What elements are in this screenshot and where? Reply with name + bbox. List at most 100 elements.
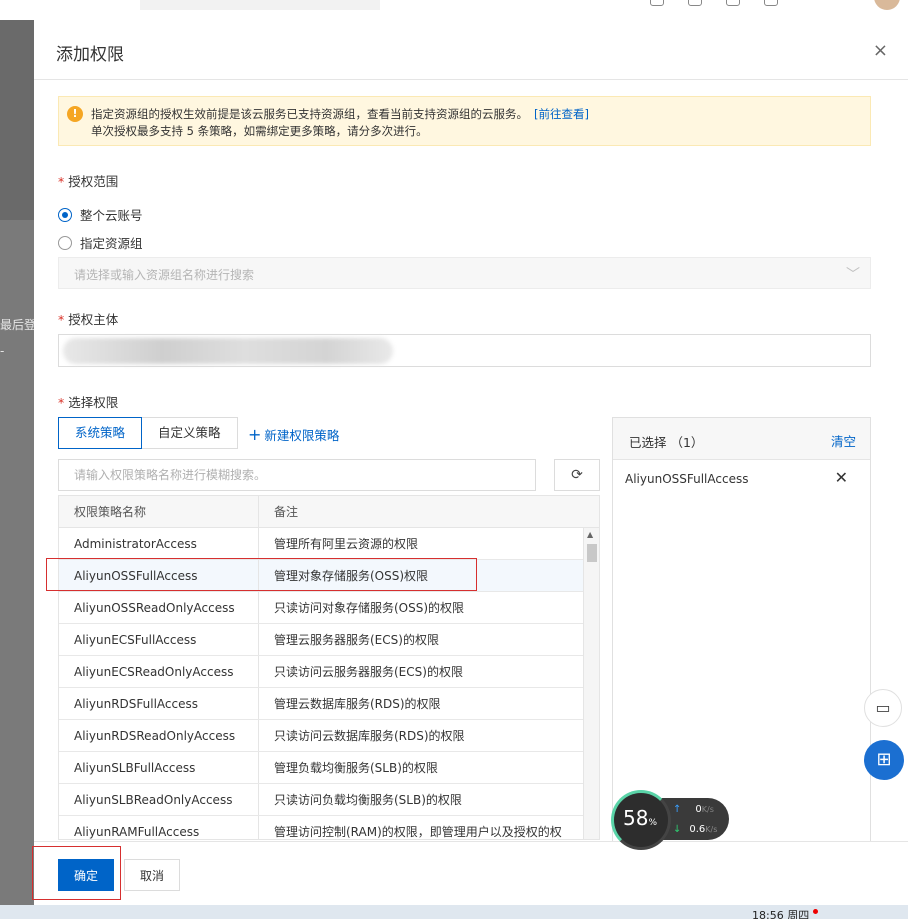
notification-dot bbox=[813, 909, 818, 914]
policy-name: AliyunOSSReadOnlyAccess bbox=[59, 592, 259, 623]
scope-label-text: 授权范围 bbox=[68, 174, 119, 189]
clear-selection-link[interactable]: 清空 bbox=[831, 431, 856, 450]
remove-icon[interactable]: ✕ bbox=[835, 468, 848, 487]
policy-remark: 管理对象存储服务(OSS)权限 bbox=[274, 569, 429, 583]
policy-remark: 管理负载均衡服务(SLB)的权限 bbox=[274, 761, 438, 775]
close-icon[interactable]: × bbox=[873, 40, 888, 61]
cart-icon[interactable] bbox=[688, 0, 702, 6]
policy-name: AliyunSLBFullAccess bbox=[59, 752, 259, 783]
alert-text-line1: 指定资源组的授权生效前提是该云服务已支持资源组，查看当前支持资源组的云服务。 [前… bbox=[91, 106, 589, 122]
policy-remark: 管理云服务器服务(ECS)的权限 bbox=[274, 633, 439, 647]
table-row[interactable]: AliyunRAMFullAccess 管理访问控制(RAM)的权限，即管理用户以… bbox=[59, 816, 599, 839]
topbar-icons bbox=[650, 0, 778, 6]
drawer-footer: 确定 取消 bbox=[34, 841, 908, 905]
principal-label-text: 授权主体 bbox=[68, 312, 119, 327]
radio-resource-group-label: 指定资源组 bbox=[80, 236, 143, 251]
policy-name: AliyunECSFullAccess bbox=[59, 624, 259, 655]
column-header-remark: 备注 bbox=[274, 505, 299, 519]
chat-icon[interactable]: ▭ bbox=[864, 689, 902, 727]
redacted-principal bbox=[63, 338, 393, 364]
scrollbar-thumb[interactable] bbox=[587, 544, 597, 562]
policy-search-input[interactable] bbox=[58, 459, 536, 491]
table-row[interactable]: AliyunRDSFullAccess 管理云数据库服务(RDS)的权限 bbox=[59, 688, 599, 720]
plus-icon: + bbox=[248, 425, 262, 444]
policy-remark: 管理云数据库服务(RDS)的权限 bbox=[274, 697, 441, 711]
policy-remark: 只读访问对象存储服务(OSS)的权限 bbox=[274, 601, 465, 615]
table-row[interactable]: AliyunECSFullAccess 管理云服务器服务(ECS)的权限 bbox=[59, 624, 599, 656]
selected-panel-header: 已选择 （1） 清空 bbox=[613, 418, 870, 460]
drawer-header: 添加权限 × bbox=[34, 20, 908, 80]
policy-remark: 只读访问云数据库服务(RDS)的权限 bbox=[274, 729, 465, 743]
permissions-label: * 选择权限 bbox=[58, 392, 118, 411]
new-policy-link[interactable]: + 新建权限策略 bbox=[248, 425, 339, 444]
help-icon[interactable] bbox=[726, 0, 740, 6]
policy-name: AdministratorAccess bbox=[59, 528, 259, 559]
tab-custom-policy[interactable]: 自定义策略 bbox=[142, 417, 238, 449]
policy-table: 权限策略名称 备注 AdministratorAccess 管理所有阿里云资源的权… bbox=[58, 495, 600, 840]
apps-grid-icon[interactable]: ⊞ bbox=[864, 740, 904, 780]
table-row[interactable]: AdministratorAccess 管理所有阿里云资源的权限 bbox=[59, 528, 599, 560]
background-search-bar bbox=[140, 0, 380, 10]
new-policy-label: 新建权限策略 bbox=[264, 428, 340, 443]
settings-icon[interactable] bbox=[764, 0, 778, 6]
required-mark: * bbox=[58, 174, 65, 189]
principal-input[interactable] bbox=[58, 334, 871, 367]
table-row[interactable]: AliyunSLBReadOnlyAccess 只读访问负载均衡服务(SLB)的权… bbox=[59, 784, 599, 816]
table-row-selected[interactable]: AliyunOSSFullAccess 管理对象存储服务(OSS)权限 bbox=[59, 560, 599, 592]
cancel-button[interactable]: 取消 bbox=[124, 859, 180, 891]
upload-speed: ↑ 0K/s bbox=[673, 804, 714, 815]
table-row[interactable]: AliyunOSSReadOnlyAccess 只读访问对象存储服务(OSS)的权… bbox=[59, 592, 599, 624]
radio-circle[interactable] bbox=[58, 235, 72, 250]
table-header: 权限策略名称 备注 bbox=[59, 496, 599, 528]
alert-message: 指定资源组的授权生效前提是该云服务已支持资源组，查看当前支持资源组的云服务。 bbox=[91, 107, 528, 121]
bell-icon[interactable] bbox=[650, 0, 664, 6]
policy-type-tabs: 系统策略 自定义策略 bbox=[58, 417, 238, 449]
radio-circle-checked[interactable] bbox=[58, 207, 72, 222]
download-unit: K/s bbox=[705, 825, 718, 834]
policy-name: AliyunRDSFullAccess bbox=[59, 688, 259, 719]
principal-label: * 授权主体 bbox=[58, 309, 118, 328]
network-speed-widget[interactable]: 58% ↑ 0K/s ↓ 0.6K/s bbox=[611, 790, 729, 850]
table-row[interactable]: AliyunSLBFullAccess 管理负载均衡服务(SLB)的权限 bbox=[59, 752, 599, 784]
background-topbar bbox=[0, 0, 908, 20]
policy-remark: 只读访问负载均衡服务(SLB)的权限 bbox=[274, 793, 462, 807]
permissions-label-text: 选择权限 bbox=[68, 395, 119, 410]
required-mark: * bbox=[58, 395, 65, 410]
memory-usage-value: 58% bbox=[623, 806, 657, 830]
policy-remark: 只读访问云服务器服务(ECS)的权限 bbox=[274, 665, 463, 679]
background-dash: - bbox=[0, 344, 5, 358]
info-alert: ! 指定资源组的授权生效前提是该云服务已支持资源组，查看当前支持资源组的云服务。… bbox=[58, 96, 871, 146]
taskbar: 18:56 周四 bbox=[0, 905, 908, 919]
taskbar-clock: 18:56 周四 bbox=[752, 909, 810, 919]
selected-policies-panel: 已选择 （1） 清空 AliyunOSSFullAccess ✕ bbox=[612, 417, 871, 847]
confirm-button[interactable]: 确定 bbox=[58, 859, 114, 891]
radio-whole-account[interactable]: 整个云账号 bbox=[58, 205, 143, 224]
radio-resource-group[interactable]: 指定资源组 bbox=[58, 233, 143, 252]
policy-name: AliyunOSSFullAccess bbox=[59, 560, 259, 591]
table-scrollbar[interactable]: ▲ bbox=[583, 528, 599, 839]
refresh-button[interactable]: ⟳ bbox=[554, 459, 600, 491]
required-mark: * bbox=[58, 312, 65, 327]
memory-percent: 58 bbox=[623, 806, 649, 830]
view-supported-link[interactable]: [前往查看] bbox=[534, 107, 589, 121]
download-speed: ↓ 0.6K/s bbox=[673, 824, 717, 835]
scroll-up-arrow-icon[interactable]: ▲ bbox=[587, 530, 593, 539]
chevron-down-icon: ﹀ bbox=[846, 267, 860, 283]
policy-remark: 管理所有阿里云资源的权限 bbox=[274, 537, 419, 551]
policy-name: AliyunECSReadOnlyAccess bbox=[59, 656, 259, 687]
resource-group-placeholder: 请选择或输入资源组名称进行搜索 bbox=[74, 268, 255, 282]
memory-percent-unit: % bbox=[648, 818, 658, 828]
download-value: 0.6 bbox=[689, 824, 706, 835]
refresh-icon: ⟳ bbox=[571, 467, 583, 483]
tab-system-policy[interactable]: 系统策略 bbox=[58, 417, 143, 449]
policy-name: AliyunRDSReadOnlyAccess bbox=[59, 720, 259, 751]
scope-label: * 授权范围 bbox=[58, 171, 118, 190]
table-row[interactable]: AliyunECSReadOnlyAccess 只读访问云服务器服务(ECS)的权… bbox=[59, 656, 599, 688]
avatar[interactable] bbox=[874, 0, 900, 10]
warning-icon: ! bbox=[67, 106, 83, 122]
background-column-label: 最后登 bbox=[0, 318, 34, 332]
background-left-panel: 最后登 - bbox=[0, 20, 34, 919]
policy-remark: 管理访问控制(RAM)的权限，即管理用户以及授权的权 bbox=[274, 825, 562, 839]
upload-unit: K/s bbox=[701, 805, 714, 814]
table-row[interactable]: AliyunRDSReadOnlyAccess 只读访问云数据库服务(RDS)的权… bbox=[59, 720, 599, 752]
